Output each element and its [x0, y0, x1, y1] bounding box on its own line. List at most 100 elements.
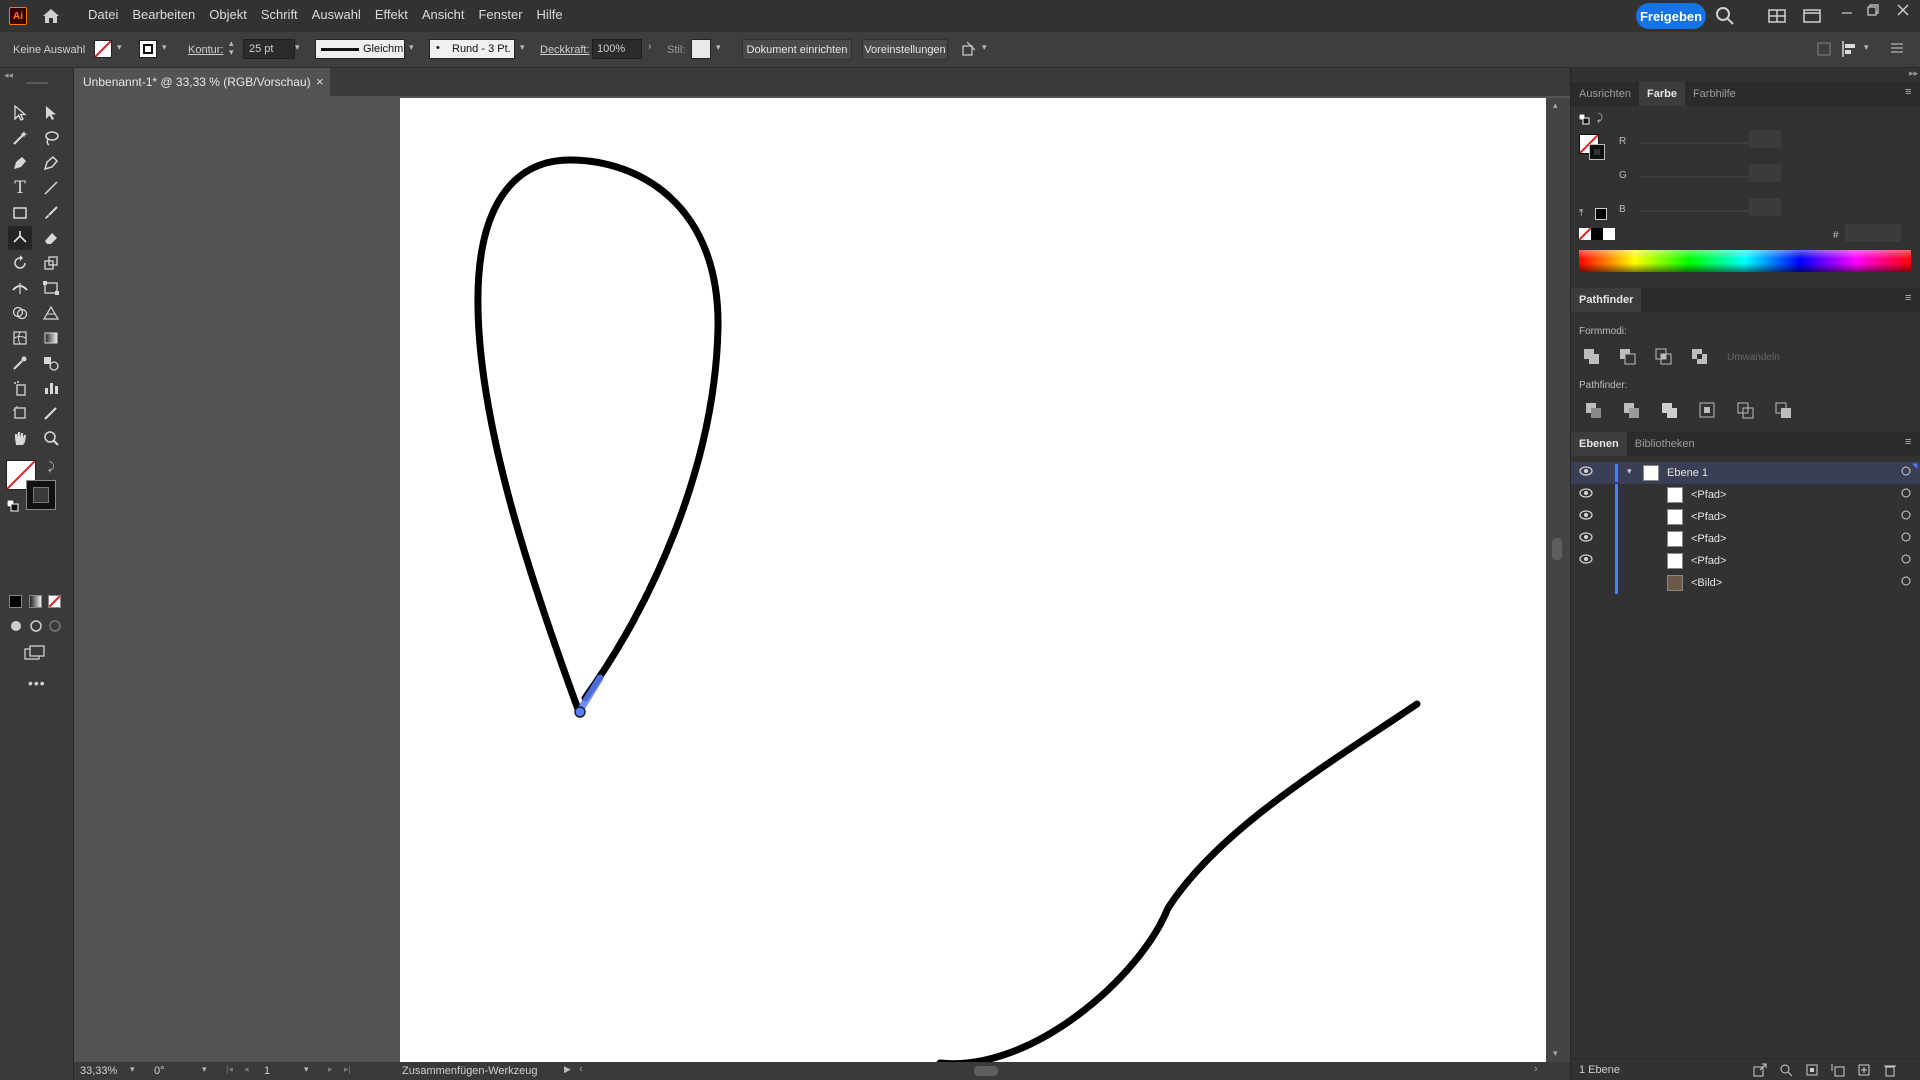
workspace-icon[interactable]	[1803, 8, 1821, 27]
home-icon[interactable]	[40, 5, 62, 27]
web-color-swatch[interactable]	[1595, 208, 1607, 220]
menu-schrift[interactable]: Schrift	[254, 0, 305, 32]
target-circle-icon[interactable]	[1901, 488, 1911, 501]
menu-auswahl[interactable]: Auswahl	[305, 0, 368, 32]
preferences-button[interactable]: Voreinstellungen	[862, 39, 948, 60]
menu-datei[interactable]: Datei	[81, 0, 125, 32]
eraser-tool-icon[interactable]	[39, 226, 63, 250]
minimize-icon[interactable]	[1840, 5, 1854, 22]
join-tool-icon[interactable]	[8, 226, 32, 250]
trim-icon[interactable]	[1623, 402, 1641, 420]
visibility-eye-icon[interactable]	[1579, 531, 1593, 546]
profile-chevron-icon[interactable]: ▾	[409, 42, 414, 53]
clipping-mask-icon[interactable]	[1805, 1063, 1819, 1080]
close-window-icon[interactable]	[1896, 3, 1910, 20]
stroke-label[interactable]: Kontur:	[188, 44, 223, 56]
type-tool-icon[interactable]: T	[8, 176, 32, 200]
target-circle-icon[interactable]	[1901, 532, 1911, 545]
draw-behind-icon[interactable]	[29, 619, 43, 636]
tab-farbe[interactable]: Farbe	[1638, 82, 1685, 106]
default-fill-stroke-icon[interactable]	[1578, 113, 1590, 128]
channel-r-field[interactable]	[1749, 130, 1781, 148]
channel-b-field[interactable]	[1749, 198, 1781, 216]
tab-pathfinder[interactable]: Pathfinder	[1571, 288, 1642, 312]
path-name[interactable]: <Pfad>	[1691, 533, 1726, 545]
fill-dropdown-chevron-icon[interactable]: ▾	[117, 42, 122, 53]
stroke-weight-field[interactable]: 25 pt	[243, 39, 295, 59]
arrange-objects-icon[interactable]	[961, 41, 977, 60]
stroke-color-box[interactable]	[26, 480, 56, 510]
path-name[interactable]: <Pfad>	[1691, 489, 1726, 501]
blend-tool-icon[interactable]	[39, 351, 63, 375]
minus-front-icon[interactable]	[1619, 348, 1637, 366]
pen-tool-icon[interactable]	[8, 151, 32, 175]
visibility-eye-icon[interactable]	[1579, 465, 1593, 480]
vertical-scrollbar[interactable]: ▴ ▾	[1546, 98, 1570, 1062]
free-transform-tool-icon[interactable]	[39, 276, 63, 300]
menu-bearbeiten[interactable]: Bearbeiten	[125, 0, 202, 32]
white-swatch[interactable]	[1603, 228, 1615, 240]
channel-g-slider[interactable]	[1639, 176, 1749, 178]
image-name[interactable]: <Bild>	[1691, 577, 1722, 589]
share-button[interactable]: Freigeben	[1636, 3, 1706, 29]
next-artboard-icon[interactable]: ▸	[328, 1064, 333, 1075]
channel-g-field[interactable]	[1749, 164, 1781, 182]
rotation-angle[interactable]: 0°	[154, 1065, 165, 1077]
layer-row[interactable]: <Pfad>	[1571, 484, 1920, 506]
style-chevron-icon[interactable]: ▾	[716, 42, 721, 53]
first-artboard-icon[interactable]: |◂	[226, 1064, 233, 1075]
slice-tool-icon[interactable]	[39, 401, 63, 425]
intersect-icon[interactable]	[1655, 348, 1673, 366]
target-circle-icon[interactable]	[1901, 510, 1911, 523]
vertical-scroll-thumb[interactable]	[1552, 538, 1562, 560]
scroll-up-icon[interactable]: ▴	[1553, 100, 1558, 111]
unite-icon[interactable]	[1583, 348, 1601, 366]
menu-objekt[interactable]: Objekt	[202, 0, 254, 32]
hand-tool-icon[interactable]	[8, 426, 32, 450]
gradient-mode-button[interactable]	[29, 595, 42, 608]
tab-ausrichten[interactable]: Ausrichten	[1571, 82, 1639, 106]
draw-normal-icon[interactable]	[9, 619, 23, 636]
width-tool-icon[interactable]	[8, 276, 32, 300]
rotate-tool-icon[interactable]	[8, 251, 32, 275]
close-tab-icon[interactable]: ×	[316, 74, 324, 89]
hex-field[interactable]	[1845, 224, 1901, 242]
zoom-chevron-icon[interactable]: ▾	[130, 1064, 135, 1075]
mesh-tool-icon[interactable]	[8, 326, 32, 350]
none-swatch[interactable]	[1578, 227, 1592, 241]
new-sublayer-icon[interactable]	[1831, 1063, 1845, 1080]
current-tool-status[interactable]: Zusammenfügen-Werkzeug	[402, 1065, 538, 1077]
horizontal-scroll-thumb[interactable]	[974, 1066, 998, 1076]
symbol-sprayer-tool-icon[interactable]	[8, 376, 32, 400]
collapse-toolbar-icon[interactable]: ◂◂	[4, 70, 13, 81]
paintbrush-tool-icon[interactable]	[39, 201, 63, 225]
layers-menu-icon[interactable]: ≡	[1905, 436, 1911, 448]
arrange-documents-icon[interactable]	[1768, 8, 1786, 27]
arrange-chevron-icon[interactable]: ▾	[982, 42, 987, 53]
expand-layer-chevron-icon[interactable]: ▾	[1627, 466, 1632, 477]
path-name[interactable]: <Pfad>	[1691, 555, 1726, 567]
layer-row[interactable]: <Bild>	[1571, 572, 1920, 594]
variable-width-profile[interactable]: Gleichm.	[315, 39, 406, 59]
edit-toolbar-icon[interactable]: •••	[28, 675, 46, 691]
stroke-swatch[interactable]	[139, 40, 157, 58]
scroll-right-icon[interactable]: ›	[1534, 1063, 1538, 1075]
restore-icon[interactable]	[1866, 3, 1880, 20]
opacity-field[interactable]: 100%	[592, 39, 642, 59]
crop-icon[interactable]	[1699, 402, 1717, 420]
artboard-number[interactable]: 1	[264, 1065, 270, 1077]
last-artboard-icon[interactable]: ▸|	[344, 1064, 351, 1075]
minus-back-icon[interactable]	[1775, 402, 1793, 420]
magic-wand-tool-icon[interactable]	[8, 126, 32, 150]
visibility-eye-icon[interactable]	[1579, 509, 1593, 524]
layer-row[interactable]: <Pfad>	[1571, 528, 1920, 550]
swap-fill-stroke-icon[interactable]: ⤸	[48, 461, 55, 474]
layer-name[interactable]: Ebene 1	[1667, 467, 1708, 479]
exclude-icon[interactable]	[1691, 348, 1709, 366]
menu-fenster[interactable]: Fenster	[471, 0, 529, 32]
direct-selection-tool-icon[interactable]	[39, 101, 63, 125]
status-menu-arrow-icon[interactable]: ▶	[564, 1064, 571, 1075]
control-bar-menu-icon[interactable]	[1890, 41, 1904, 58]
tab-ebenen[interactable]: Ebenen	[1571, 432, 1627, 456]
document-tab[interactable]: Unbenannt-1* @ 33,33 % (RGB/Vorschau)	[74, 68, 330, 96]
